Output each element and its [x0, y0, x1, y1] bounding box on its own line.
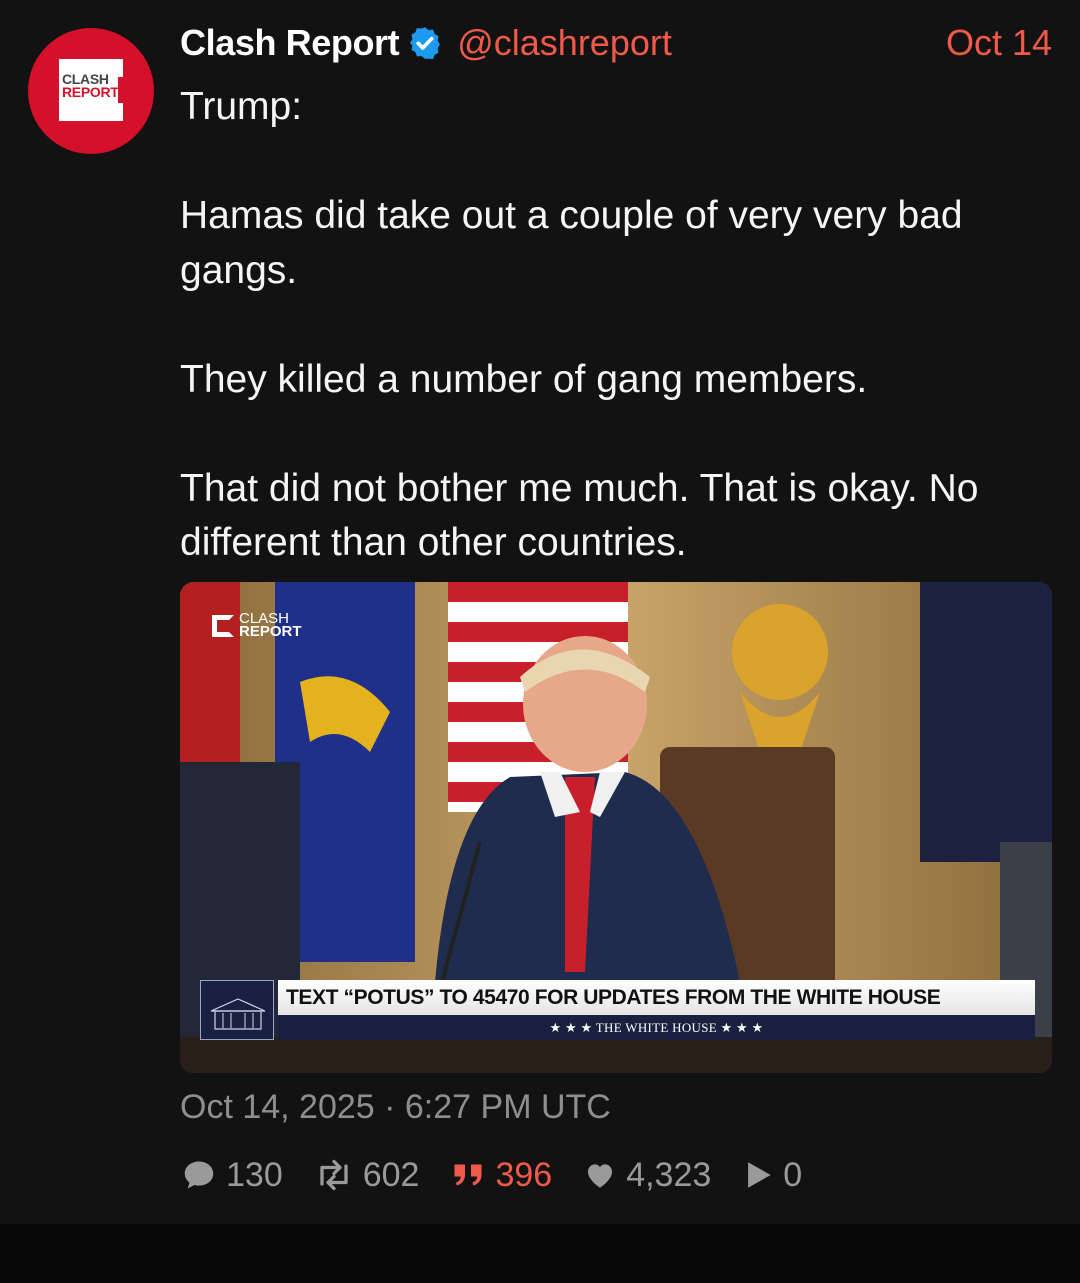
reply-count: 130: [226, 1155, 283, 1194]
play-icon: [748, 1162, 772, 1188]
repost-count: 602: [362, 1155, 420, 1194]
video-lower-third: TEXT “POTUS” TO 45470 FOR UPDATES FROM T…: [200, 980, 1035, 1040]
like-count: 4,323: [626, 1155, 712, 1194]
bottom-bar: [0, 1224, 1080, 1283]
post-paragraph: They killed a number of gang members.: [180, 357, 868, 401]
video-watermark: CLASH REPORT: [212, 611, 302, 639]
post-date[interactable]: Oct 14: [946, 20, 1052, 66]
white-house-emblem-icon: [200, 980, 274, 1040]
views-count: 0: [783, 1155, 803, 1194]
post-paragraph: That did not bother me much. That is oka…: [180, 466, 979, 565]
avatar[interactable]: CLASH REPORT: [28, 28, 154, 154]
post-card: CLASH REPORT Clash Report @clashreport O…: [0, 0, 1080, 1224]
post-paragraph: Trump:: [180, 85, 303, 128]
verified-badge-icon: [410, 27, 441, 60]
post-header: Clash Report @clashreport: [180, 20, 672, 66]
quote-icon: [454, 1164, 482, 1186]
quote-button[interactable]: 396: [449, 1156, 552, 1195]
heart-icon: [588, 1164, 613, 1188]
author-handle[interactable]: @clashreport: [457, 22, 672, 64]
repost-icon: [320, 1159, 348, 1191]
author-name[interactable]: Clash Report: [180, 22, 400, 64]
quote-count: 396: [495, 1155, 553, 1194]
like-button[interactable]: 4,323: [582, 1156, 711, 1195]
lower-third-subline: ★ ★ ★ THE WHITE HOUSE ★ ★ ★: [278, 1015, 1035, 1040]
post-video[interactable]: CLASH REPORT TEXT “POTUS” TO 45470 FOR U…: [180, 582, 1052, 1073]
views-button[interactable]: 0: [741, 1156, 802, 1195]
avatar-text-line2: REPORT: [62, 84, 119, 100]
post-text: Trump: Hamas did take out a couple of ve…: [180, 80, 1060, 571]
clash-report-logo: CLASH REPORT: [59, 59, 126, 121]
repost-button[interactable]: 602: [313, 1155, 420, 1195]
lower-third-headline: TEXT “POTUS” TO 45470 FOR UPDATES FROM T…: [278, 980, 1035, 1015]
post-paragraph: Hamas did take out a couple of very very…: [180, 194, 963, 292]
reply-button[interactable]: 130: [180, 1156, 283, 1195]
reply-icon: [184, 1161, 214, 1189]
action-bar: 130 602 396 4,323 0: [180, 1152, 832, 1198]
post-timestamp[interactable]: Oct 14, 2025 · 6:27 PM UTC: [180, 1088, 611, 1127]
